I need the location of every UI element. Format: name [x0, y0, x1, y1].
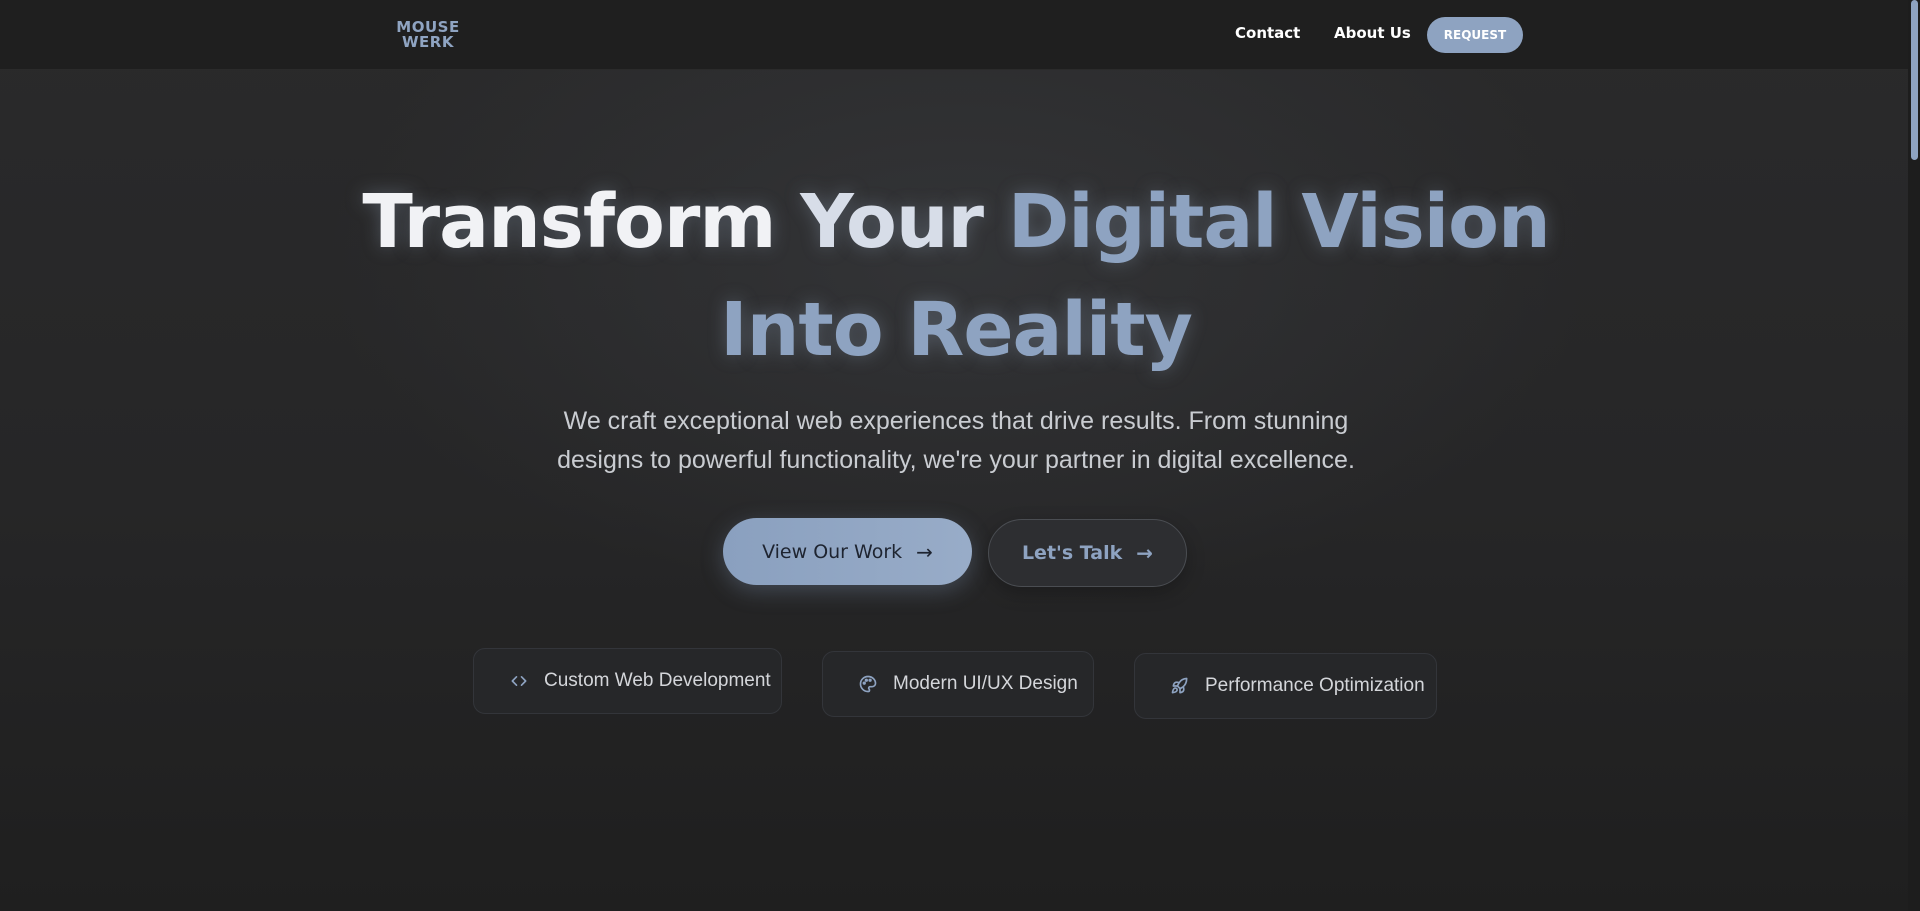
- hero-title-part-1: Transform: [362, 179, 776, 265]
- feature-label: Performance Optimization: [1205, 675, 1425, 696]
- hero-title: Transform Your Digital Vision Into Reali…: [300, 168, 1612, 384]
- logo-line-2: WERK: [402, 33, 454, 51]
- view-our-work-button[interactable]: View Our Work →: [723, 518, 972, 585]
- site-header: MOUSE WERK Contact About Us REQUEST: [0, 0, 1908, 70]
- nav-about-us-link[interactable]: About Us: [1334, 24, 1411, 42]
- feature-label: Custom Web Development: [544, 670, 771, 691]
- hero-title-part-2: Your: [800, 179, 984, 265]
- feature-performance-optimization: Performance Optimization: [1134, 653, 1437, 719]
- nav-contact-link[interactable]: Contact: [1235, 24, 1300, 42]
- code-icon: [508, 670, 530, 692]
- arrow-right-icon: →: [916, 539, 933, 564]
- landing-page: MOUSE WERK Contact About Us REQUEST Tran…: [0, 0, 1920, 911]
- feature-modern-ui-ux-design: Modern UI/UX Design: [822, 651, 1094, 717]
- request-button[interactable]: REQUEST: [1427, 17, 1523, 53]
- view-our-work-label: View Our Work: [762, 540, 903, 563]
- lets-talk-button[interactable]: Let's Talk →: [988, 519, 1187, 587]
- feature-label: Modern UI/UX Design: [893, 673, 1078, 694]
- page-scrollbar[interactable]: [1908, 0, 1920, 911]
- feature-custom-web-development: Custom Web Development: [473, 648, 782, 714]
- scrollbar-thumb[interactable]: [1911, 0, 1918, 160]
- mousewerk-logo[interactable]: MOUSE WERK: [396, 20, 460, 52]
- lets-talk-label: Let's Talk: [1021, 542, 1123, 564]
- arrow-right-icon: →: [1136, 541, 1154, 565]
- rocket-icon: [1169, 675, 1191, 697]
- hero-subtitle: We craft exceptional web experiences tha…: [557, 407, 1355, 474]
- palette-icon: [857, 673, 879, 695]
